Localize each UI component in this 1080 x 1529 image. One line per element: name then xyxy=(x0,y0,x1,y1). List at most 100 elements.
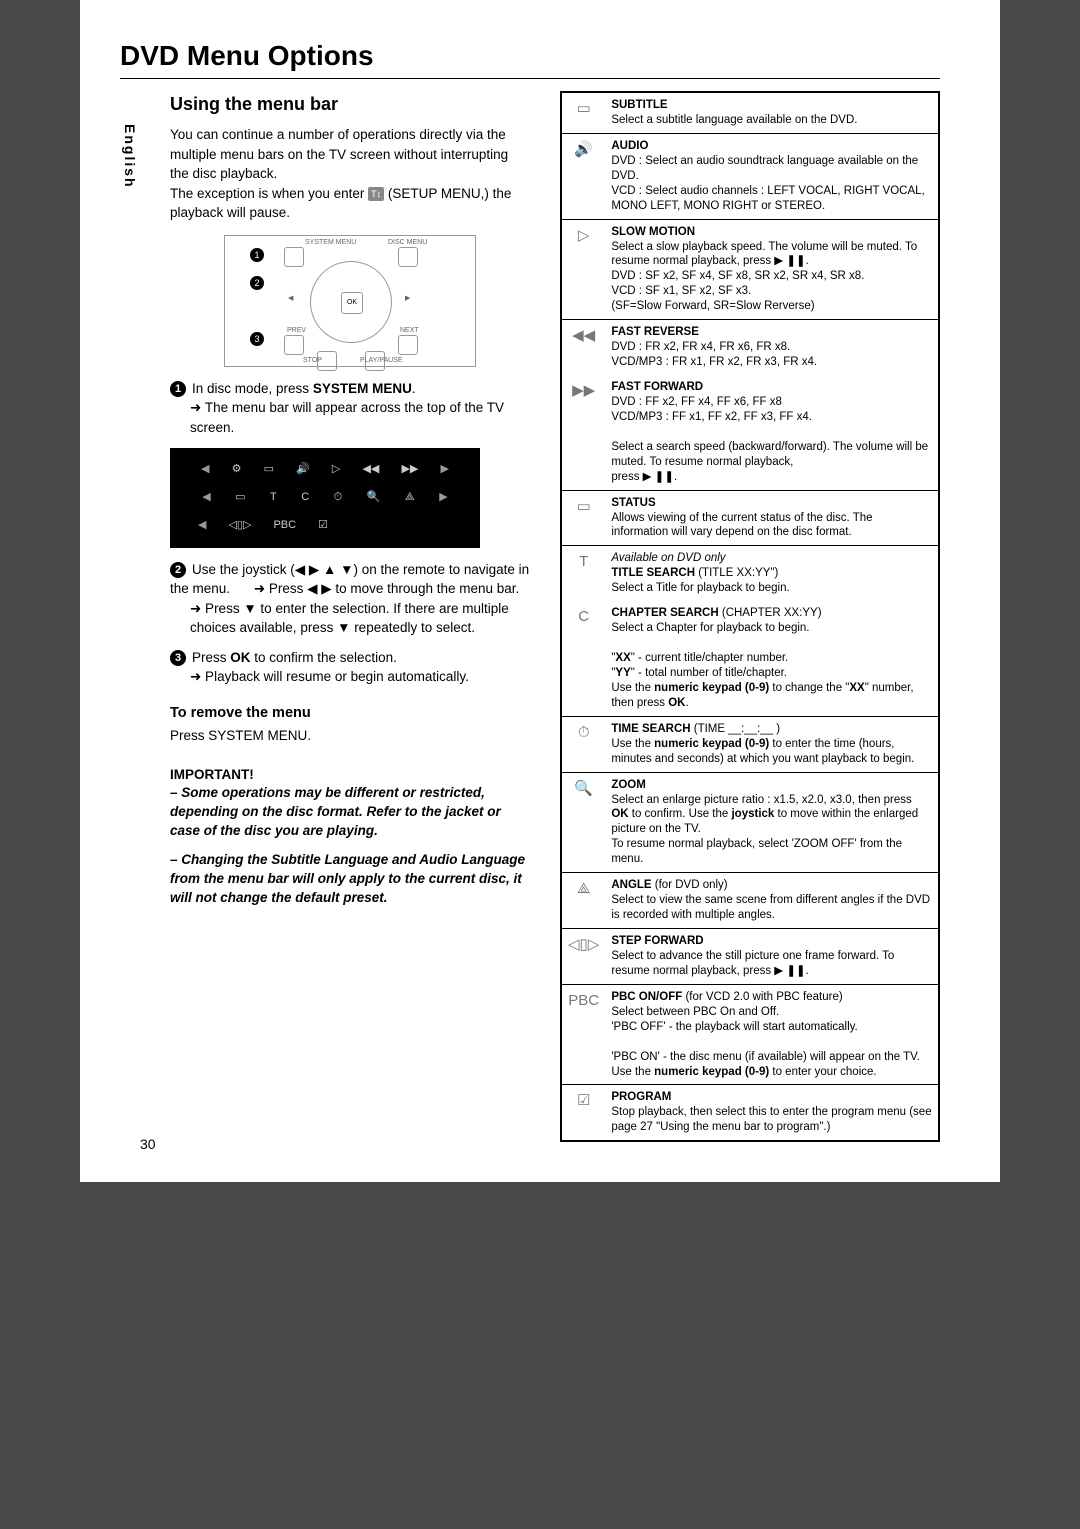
important-notice: IMPORTANT! – Some operations may be diff… xyxy=(170,766,530,908)
remote-btn xyxy=(284,247,304,267)
remote-label: PLAY/PAUSE xyxy=(360,356,403,366)
remote-label: ▶ xyxy=(405,294,410,304)
feature-icon: ▭ xyxy=(561,490,605,546)
important-heading: IMPORTANT! xyxy=(170,766,530,785)
remote-label: PREV xyxy=(287,326,306,336)
page-title: DVD Menu Options xyxy=(120,40,940,72)
step-2-badge: 2 xyxy=(170,562,186,578)
remote-btn xyxy=(398,335,418,355)
menubar-arrow-right: ▶ xyxy=(440,462,448,478)
feature-icon: 🔊 xyxy=(561,133,605,219)
feature-desc: STEP FORWARDSelect to advance the still … xyxy=(605,929,939,985)
menubar-arrow-left: ◀ xyxy=(202,490,210,506)
feature-desc: PBC ON/OFF (for VCD 2.0 with PBC feature… xyxy=(605,984,939,1085)
step2-sub1: ➜ Press ◀ ▶ to move through the menu bar… xyxy=(254,579,519,599)
feature-desc: STATUSAllows viewing of the current stat… xyxy=(605,490,939,546)
menubar-icon: ☑ xyxy=(318,518,328,534)
step-3: 3 Press OK to confirm the selection. ➜ Pl… xyxy=(170,648,530,687)
step1-text-a: In disc mode, press xyxy=(192,381,313,396)
left-column: Using the menu bar You can continue a nu… xyxy=(120,91,530,1142)
feature-desc: AUDIODVD : Select an audio soundtrack la… xyxy=(605,133,939,219)
step3-result: ➜ Playback will resume or begin automati… xyxy=(190,667,469,687)
feature-icon: T xyxy=(561,546,605,601)
feature-icon: ▭ xyxy=(561,92,605,133)
intro-para-2: The exception is when you enter T↕ (SETU… xyxy=(170,184,530,223)
menubar-arrow-right: ▶ xyxy=(439,490,447,506)
remote-label: DISC MENU xyxy=(388,238,427,248)
feature-desc: Available on DVD onlyTITLE SEARCH (TITLE… xyxy=(605,546,939,601)
callout-3: 3 xyxy=(250,332,264,346)
menubar-icon: ▭ xyxy=(264,462,274,478)
manual-page: English DVD Menu Options Using the menu … xyxy=(80,0,1000,1182)
title-rule xyxy=(120,78,940,79)
menubar-icon: ⚙ xyxy=(232,462,242,478)
feature-icon: C xyxy=(561,601,605,716)
menubar-icon: 🔍 xyxy=(367,490,381,506)
feature-desc: SUBTITLESelect a subtitle language avail… xyxy=(605,92,939,133)
feature-desc: CHAPTER SEARCH (CHAPTER XX:YY)Select a C… xyxy=(605,601,939,716)
menubar-icon: ▶▶ xyxy=(401,462,418,478)
feature-icon: ▷ xyxy=(561,219,605,320)
remove-menu-heading: To remove the menu xyxy=(170,703,530,724)
important-p1: – Some operations may be different or re… xyxy=(170,784,530,841)
feature-desc: ANGLE (for DVD only)Select to view the s… xyxy=(605,873,939,929)
setup-icon: T↕ xyxy=(368,187,384,201)
menubar-icon: ▭ xyxy=(235,490,245,506)
feature-desc: TIME SEARCH (TIME __:__:__ )Use the nume… xyxy=(605,716,939,772)
section-heading: Using the menu bar xyxy=(170,91,530,117)
feature-desc: SLOW MOTIONSelect a slow playback speed.… xyxy=(605,219,939,320)
page-number: 30 xyxy=(140,1136,156,1152)
intro-para-1: You can continue a number of operations … xyxy=(170,125,530,184)
step1-text-b: SYSTEM MENU xyxy=(313,381,412,396)
menubar-icon: 🔊 xyxy=(296,462,310,478)
feature-icon: ⏱ xyxy=(561,716,605,772)
feature-icon: PBC xyxy=(561,984,605,1085)
feature-icon: ▶▶ xyxy=(561,375,605,490)
feature-icon: 🔍 xyxy=(561,772,605,873)
language-tab: English xyxy=(120,120,140,193)
step3-text-c: to confirm the selection. xyxy=(251,650,397,665)
step3-text-b: OK xyxy=(230,650,250,665)
remove-menu-body: Press SYSTEM MENU. xyxy=(170,726,530,746)
menubar-row-3: ◀ ◁▯▷ PBC ☑ xyxy=(190,512,460,540)
step-1-badge: 1 xyxy=(170,381,186,397)
feature-desc: FAST FORWARDDVD : FF x2, FF x4, FF x6, F… xyxy=(605,375,939,490)
ok-button-graphic: OK xyxy=(341,292,363,314)
menubar-arrow-left: ◀ xyxy=(198,518,206,534)
joystick-circle: OK xyxy=(310,261,392,343)
remote-label: STOP xyxy=(303,356,322,366)
intro-2-a: The exception is when you enter xyxy=(170,186,368,201)
menubar-icon: ⏱ xyxy=(334,490,343,506)
menubar-icon: ◀◀ xyxy=(362,462,379,478)
menubar-icon: C xyxy=(301,490,309,506)
callout-2: 2 xyxy=(250,276,264,290)
menubar-row-1: ◀ ⚙ ▭ 🔊 ▷ ◀◀ ▶▶ ▶ xyxy=(190,456,460,484)
step2-sub2: ➜ Press ▼ to enter the selection. If the… xyxy=(190,599,530,638)
remote-label: SYSTEM MENU xyxy=(305,238,356,248)
step1-result: ➜ The menu bar will appear across the to… xyxy=(190,398,530,437)
feature-icon: ◁▯▷ xyxy=(561,929,605,985)
callout-1: 1 xyxy=(250,248,264,262)
feature-icon: ◀◀ xyxy=(561,320,605,375)
menubar-icon: PBC xyxy=(273,518,296,534)
columns: Using the menu bar You can continue a nu… xyxy=(120,91,940,1142)
feature-table: ▭SUBTITLESelect a subtitle language avai… xyxy=(560,91,940,1142)
menubar-icon: ◁▯▷ xyxy=(228,518,251,534)
step1-text-c: . xyxy=(412,381,416,396)
menubar-arrow-left: ◀ xyxy=(201,462,209,478)
menubar-icon: T xyxy=(270,490,277,506)
step3-text-a: Press xyxy=(192,650,230,665)
menubar-row-2: ◀ ▭ T C ⏱ 🔍 ⟁ ▶ xyxy=(190,484,460,512)
menubar-icon: ▷ xyxy=(332,462,340,478)
step-3-badge: 3 xyxy=(170,650,186,666)
remote-btn xyxy=(398,247,418,267)
menubar-icon: ⟁ xyxy=(405,490,415,506)
remote-figure: OK SYSTEM MENU DISC MENU ◀ ▶ PREV NEXT S… xyxy=(224,235,476,367)
important-p2: – Changing the Subtitle Language and Aud… xyxy=(170,851,530,908)
feature-icon: ☑ xyxy=(561,1085,605,1141)
remote-btn xyxy=(284,335,304,355)
feature-icon: ⟁ xyxy=(561,873,605,929)
remote-label: NEXT xyxy=(400,326,419,336)
remote-label: ◀ xyxy=(288,294,293,304)
step-1: 1 In disc mode, press SYSTEM MENU. ➜ The … xyxy=(170,379,530,438)
